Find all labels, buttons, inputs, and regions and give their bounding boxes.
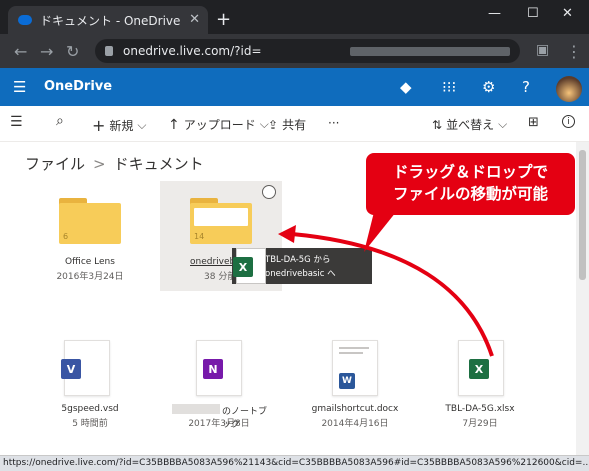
annotation-arrows (278, 212, 494, 357)
link-status-bar: https://onedrive.live.com/?id=C35BBBBA50… (0, 455, 589, 471)
drag-arrow-curve (291, 232, 494, 357)
callout-pointer (364, 212, 396, 252)
callout-line2: ファイルの移動が可能 (392, 185, 548, 203)
drag-arrow-head (278, 225, 296, 243)
annotation-callout: ドラッグ＆ドロップで ファイルの移動が可能 (366, 153, 575, 215)
callout-line1: ドラッグ＆ドロップで (392, 163, 548, 181)
